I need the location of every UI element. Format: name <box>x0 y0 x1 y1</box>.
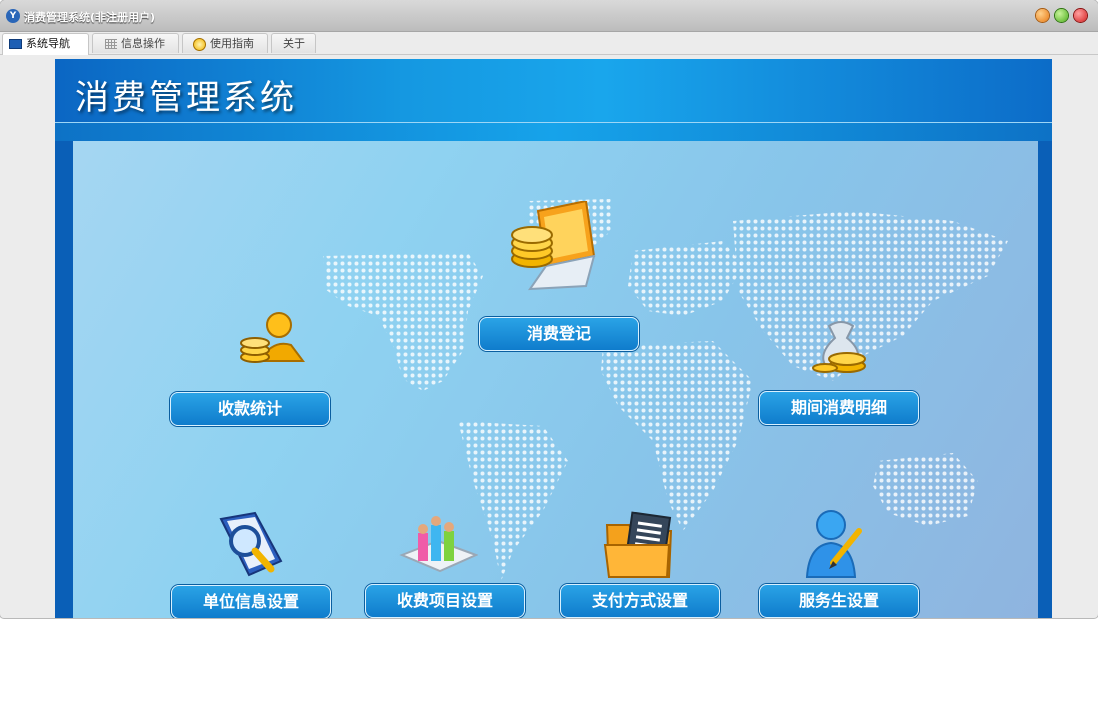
map-africa <box>601 341 753 531</box>
user-edit-icon[interactable] <box>803 507 863 579</box>
sub-band <box>55 123 1052 141</box>
header-banner: 消费管理系统 <box>55 59 1052 122</box>
monitor-icon <box>9 39 22 49</box>
waiter-settings-button[interactable]: 服务生设置 <box>759 584 919 618</box>
map-australia <box>873 453 978 526</box>
tab-label: 信息操作 <box>121 37 165 50</box>
consume-register-button[interactable]: 消费登记 <box>479 317 639 351</box>
money-bag-icon[interactable] <box>811 316 871 376</box>
title-bar: Y 消费管理系统(非注册用户) <box>0 0 1098 32</box>
tab-label: 系统导航 <box>26 37 70 50</box>
map-europe <box>628 241 743 316</box>
payment-methods-button[interactable]: 支付方式设置 <box>560 584 720 618</box>
close-button[interactable] <box>1074 9 1087 22</box>
grid-icon <box>105 39 117 49</box>
app-window: Y 消费管理系统(非注册用户) 系统导航 信息操作 使用指南 关于 消费管理系统 <box>0 0 1098 618</box>
help-icon <box>193 37 206 51</box>
receipt-stats-button[interactable]: 收款统计 <box>170 392 330 426</box>
unit-info-button[interactable]: 单位信息设置 <box>171 585 331 618</box>
tab-info-ops[interactable]: 信息操作 <box>92 33 179 53</box>
main-content: 消费管理系统 消费登记 收款统计 期间消费明细 单位信息设置 收费项目设置 支付… <box>55 59 1052 618</box>
tab-label: 使用指南 <box>210 37 254 50</box>
tab-system-nav[interactable]: 系统导航 <box>2 33 89 55</box>
maximize-button[interactable] <box>1055 9 1068 22</box>
search-book-icon[interactable] <box>215 511 287 579</box>
laptop-coins-icon[interactable] <box>508 199 598 301</box>
tab-about[interactable]: 关于 <box>271 33 316 53</box>
coins-person-icon[interactable] <box>233 311 305 373</box>
page-title: 消费管理系统 <box>75 78 297 118</box>
bar-chart-icon[interactable] <box>398 511 479 581</box>
period-detail-button[interactable]: 期间消费明细 <box>759 391 919 425</box>
tab-bar: 系统导航 信息操作 使用指南 关于 <box>0 32 1098 55</box>
tab-label: 关于 <box>283 37 305 50</box>
tab-user-guide[interactable]: 使用指南 <box>182 33 268 53</box>
app-logo-icon: Y <box>6 9 20 23</box>
fee-items-button[interactable]: 收费项目设置 <box>365 584 525 618</box>
minimize-button[interactable] <box>1036 9 1049 22</box>
window-title: 消费管理系统(非注册用户) <box>24 11 156 24</box>
map-north-america <box>323 253 483 391</box>
navigation-panel: 消费登记 收款统计 期间消费明细 单位信息设置 收费项目设置 支付方式设置 服务… <box>73 141 1038 618</box>
folder-document-icon[interactable] <box>603 511 675 581</box>
